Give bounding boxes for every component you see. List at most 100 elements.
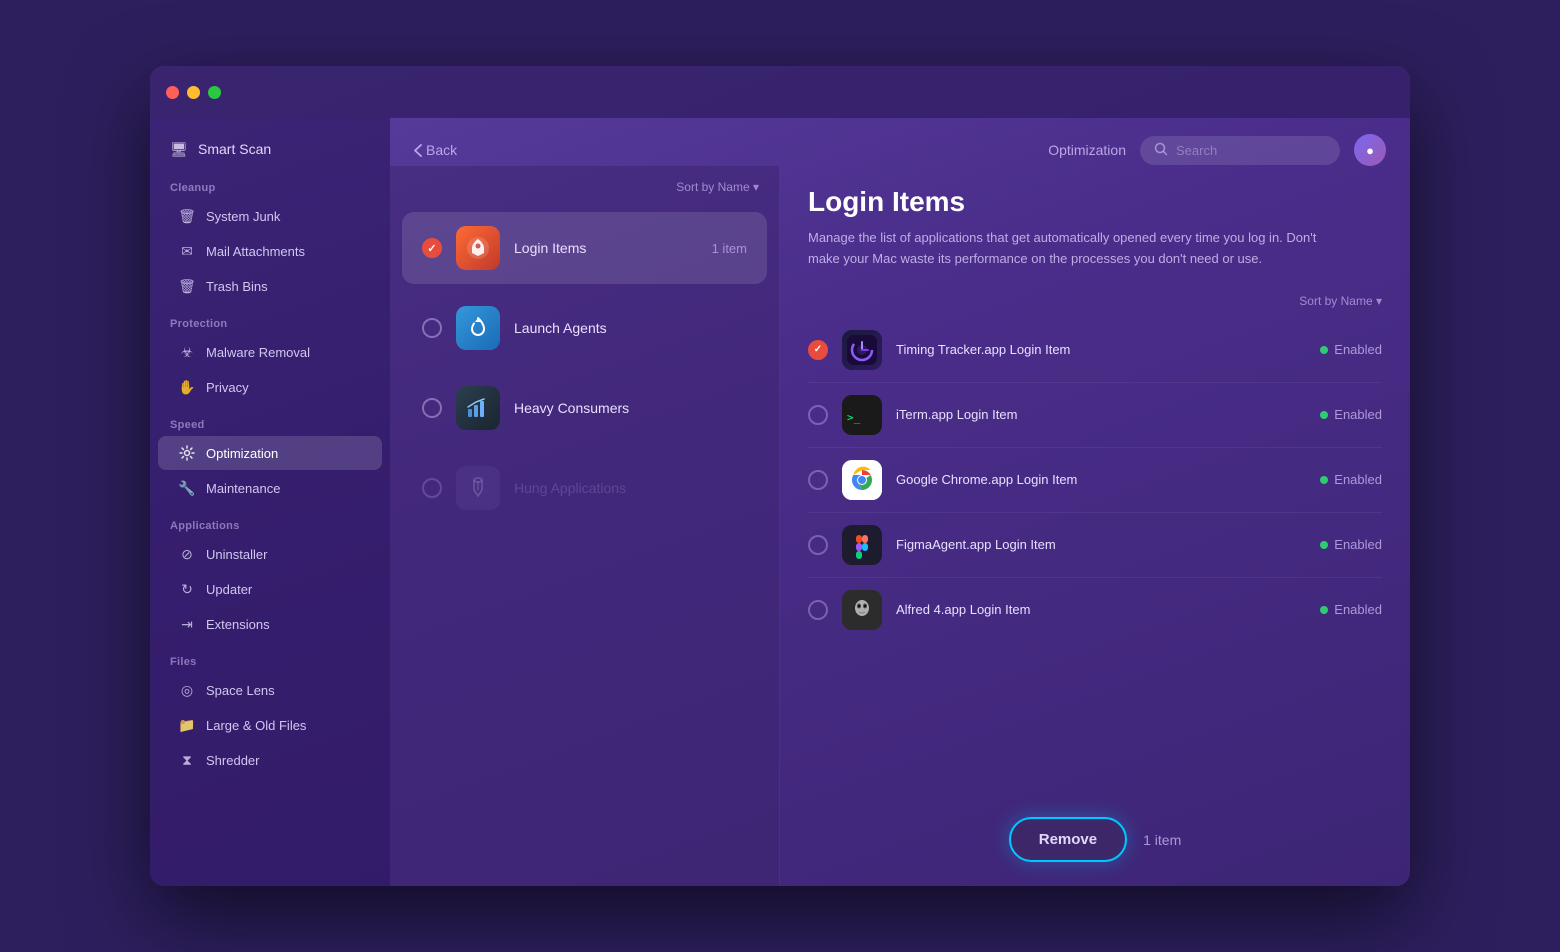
timing-status-label: Enabled <box>1334 342 1382 357</box>
main-panel: Back Optimization ● <box>390 118 1410 886</box>
search-input[interactable] <box>1176 143 1316 158</box>
sidebar-label-space-lens: Space Lens <box>206 683 275 698</box>
search-icon <box>1154 142 1168 159</box>
login-items-count: 1 item <box>712 241 747 256</box>
iterm-status: Enabled <box>1320 407 1382 422</box>
chrome-radio[interactable] <box>808 470 828 490</box>
profile-avatar[interactable]: ● <box>1354 134 1386 166</box>
login-items-label: Login Items <box>514 240 698 256</box>
hung-applications-radio[interactable] <box>422 478 442 498</box>
list-sort-label[interactable]: Sort by Name ▾ <box>676 180 759 194</box>
section-label-cleanup: Cleanup <box>150 168 390 198</box>
alfred-radio[interactable] <box>808 600 828 620</box>
sidebar-label-maintenance: Maintenance <box>206 481 280 496</box>
minimize-button[interactable] <box>187 86 200 99</box>
sidebar-label-privacy: Privacy <box>206 380 249 395</box>
privacy-icon: ✋ <box>178 378 196 396</box>
section-label-speed: Speed <box>150 405 390 435</box>
alfred-status-dot <box>1320 606 1328 614</box>
launch-agents-radio[interactable] <box>422 318 442 338</box>
iterm-item-name: iTerm.app Login Item <box>896 407 1306 422</box>
hung-applications-label: Hung Applications <box>514 480 747 496</box>
login-items-radio[interactable] <box>422 238 442 258</box>
sidebar-label-optimization: Optimization <box>206 446 278 461</box>
smart-scan-label: Smart Scan <box>198 141 271 157</box>
sidebar-item-optimization[interactable]: Optimization <box>158 436 382 470</box>
iterm-radio[interactable] <box>808 405 828 425</box>
alfred-status-label: Enabled <box>1334 602 1382 617</box>
list-item-launch-agents[interactable]: Launch Agents <box>402 292 767 364</box>
sidebar-item-space-lens[interactable]: ◎ Space Lens <box>158 673 382 707</box>
panels-row: Sort by Name ▾ Login Items <box>390 166 1410 886</box>
list-header: Sort by Name ▾ <box>390 166 779 208</box>
table-row: Google Chrome.app Login Item Enabled <box>808 448 1382 513</box>
large-old-files-icon: 📁 <box>178 716 196 734</box>
top-header: Back Optimization ● <box>390 118 1410 166</box>
remove-count-label: 1 item <box>1143 832 1181 848</box>
section-label-files: Files <box>150 642 390 672</box>
detail-title: Login Items <box>808 186 1382 218</box>
sidebar-label-trash-bins: Trash Bins <box>206 279 268 294</box>
sidebar-item-privacy[interactable]: ✋ Privacy <box>158 370 382 404</box>
iterm-app-icon: >_ <box>842 395 882 435</box>
figma-app-icon <box>842 525 882 565</box>
close-button[interactable] <box>166 86 179 99</box>
sidebar-item-shredder[interactable]: ⧗ Shredder <box>158 743 382 777</box>
chrome-app-icon <box>842 460 882 500</box>
space-lens-icon: ◎ <box>178 681 196 699</box>
alfred-status: Enabled <box>1320 602 1382 617</box>
heavy-consumers-radio[interactable] <box>422 398 442 418</box>
sidebar-item-uninstaller[interactable]: ⊘ Uninstaller <box>158 537 382 571</box>
timing-status: Enabled <box>1320 342 1382 357</box>
sidebar-item-updater[interactable]: ↻ Updater <box>158 572 382 606</box>
sidebar-item-trash-bins[interactable]: 🗑 Trash Bins <box>158 269 382 303</box>
figma-item-name: FigmaAgent.app Login Item <box>896 537 1306 552</box>
content-area: 🖥 Smart Scan Cleanup 🗑 System Junk ✉ Mai… <box>150 118 1410 886</box>
section-label-applications: Applications <box>150 506 390 536</box>
chrome-status: Enabled <box>1320 472 1382 487</box>
sidebar-item-maintenance[interactable]: 🔧 Maintenance <box>158 471 382 505</box>
list-item-heavy-consumers[interactable]: Heavy Consumers <box>402 372 767 444</box>
sidebar-label-malware-removal: Malware Removal <box>206 345 310 360</box>
iterm-status-label: Enabled <box>1334 407 1382 422</box>
mail-attachments-icon: ✉ <box>178 242 196 260</box>
titlebar <box>150 66 1410 118</box>
list-item-login-items[interactable]: Login Items 1 item <box>402 212 767 284</box>
timing-radio[interactable] <box>808 340 828 360</box>
timing-app-icon <box>842 330 882 370</box>
bottom-bar: Remove 1 item <box>780 801 1410 886</box>
sidebar-item-extensions[interactable]: ⇥ Extensions <box>158 607 382 641</box>
iterm-status-dot <box>1320 411 1328 419</box>
system-junk-icon: 🗑 <box>178 207 196 225</box>
back-button[interactable]: Back <box>414 142 457 158</box>
table-row: FigmaAgent.app Login Item Enabled <box>808 513 1382 578</box>
sidebar-item-large-old-files[interactable]: 📁 Large & Old Files <box>158 708 382 742</box>
heavy-consumers-icon <box>456 386 500 430</box>
remove-button[interactable]: Remove <box>1009 817 1127 862</box>
chrome-item-name: Google Chrome.app Login Item <box>896 472 1306 487</box>
malware-removal-icon: ☣ <box>178 343 196 361</box>
sidebar-item-mail-attachments[interactable]: ✉ Mail Attachments <box>158 234 382 268</box>
chrome-status-label: Enabled <box>1334 472 1382 487</box>
figma-status-label: Enabled <box>1334 537 1382 552</box>
sidebar-label-shredder: Shredder <box>206 753 259 768</box>
chrome-status-dot <box>1320 476 1328 484</box>
sidebar-item-smart-scan[interactable]: 🖥 Smart Scan <box>150 130 390 168</box>
sidebar-item-system-junk[interactable]: 🗑 System Junk <box>158 199 382 233</box>
sidebar-item-malware-removal[interactable]: ☣ Malware Removal <box>158 335 382 369</box>
items-sort-label[interactable]: Sort by Name ▾ <box>1299 294 1382 308</box>
alfred-app-icon <box>842 590 882 630</box>
svg-text:>_: >_ <box>847 411 861 424</box>
sidebar-label-mail-attachments: Mail Attachments <box>206 244 305 259</box>
maximize-button[interactable] <box>208 86 221 99</box>
shredder-icon: ⧗ <box>178 751 196 769</box>
detail-panel: Login Items Manage the list of applicati… <box>780 166 1410 886</box>
alfred-item-name: Alfred 4.app Login Item <box>896 602 1306 617</box>
uninstaller-icon: ⊘ <box>178 545 196 563</box>
figma-radio[interactable] <box>808 535 828 555</box>
table-row: Timing Tracker.app Login Item Enabled <box>808 318 1382 383</box>
sidebar-label-uninstaller: Uninstaller <box>206 547 267 562</box>
optimization-header-label: Optimization <box>1048 142 1126 158</box>
list-item-hung-applications[interactable]: Hung Applications <box>402 452 767 524</box>
launch-agents-icon <box>456 306 500 350</box>
